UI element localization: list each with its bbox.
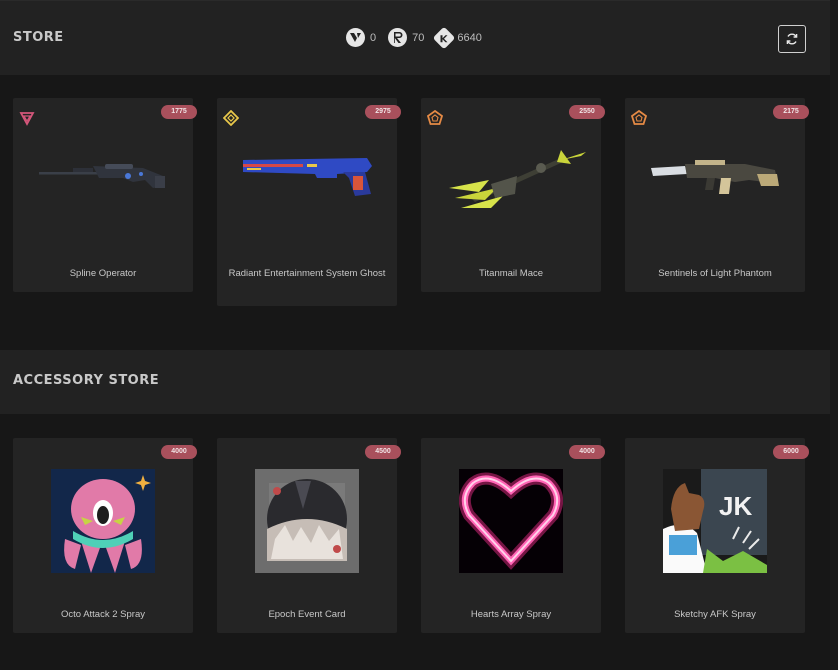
store-item-card[interactable]: 2175 Sentinels of Light Phantom xyxy=(625,98,809,292)
refresh-icon xyxy=(786,33,798,45)
price-badge: 6000 xyxy=(773,445,809,459)
accessory-store-header: ACCESSORY STORE xyxy=(0,350,830,414)
currency-balances: 0 70 6640 xyxy=(346,26,494,49)
store-item-card[interactable]: 2975 Radiant Entertainment System Ghost xyxy=(217,98,401,306)
store-header: STORE 0 70 6640 xyxy=(0,0,830,75)
accessory-item-card[interactable]: 6000 JK Sketchy AFK Spray xyxy=(625,438,809,633)
currency-radianite-points: 70 xyxy=(388,28,424,47)
item-name: Sketchy AFK Spray xyxy=(674,609,756,620)
currency-valorant-points: 0 xyxy=(346,28,376,47)
scrollbar[interactable] xyxy=(830,0,838,670)
spray-image xyxy=(459,469,563,573)
player-card-image xyxy=(255,469,359,573)
valorant-points-icon xyxy=(346,28,365,47)
accessory-store-title: ACCESSORY STORE xyxy=(13,373,160,388)
item-name: Sentinels of Light Phantom xyxy=(658,268,772,279)
accessory-item-card[interactable]: 4500 Epoch Event Card xyxy=(217,438,401,633)
item-name: Spline Operator xyxy=(69,268,137,279)
kingdom-credits-icon xyxy=(433,26,456,49)
weapon-image xyxy=(39,164,165,188)
item-name: Radiant Entertainment System Ghost xyxy=(228,268,386,279)
radianite-points-value: 70 xyxy=(412,31,425,44)
price-badge: 4000 xyxy=(569,445,605,459)
radianite-points-icon xyxy=(388,28,408,47)
store-title: STORE xyxy=(13,30,64,45)
item-name: Titanmail Mace xyxy=(478,268,544,279)
item-name: Epoch Event Card xyxy=(268,609,346,620)
item-name: Octo Attack 2 Spray xyxy=(61,609,145,620)
accessory-item-card[interactable]: 4000 Octo Attack 2 Spray xyxy=(13,438,197,633)
spray-image xyxy=(51,469,155,573)
store-item-card[interactable]: 1775 Spline Operator xyxy=(13,98,197,292)
spray-image: JK xyxy=(663,469,767,573)
currency-kingdom-credits: 6640 xyxy=(433,26,482,49)
kingdom-credits-value: 6640 xyxy=(457,31,482,44)
price-badge: 4000 xyxy=(161,445,197,459)
svg-text:JK: JK xyxy=(719,491,752,521)
weapon-image xyxy=(651,160,779,194)
store-item-card[interactable]: 2550 Titanmail Mace xyxy=(421,98,605,292)
accessory-item-card[interactable]: 4000 Hearts Array Spray xyxy=(421,438,605,633)
refresh-button[interactable] xyxy=(778,25,806,53)
item-name: Hearts Array Spray xyxy=(470,609,552,620)
weapon-image xyxy=(243,158,372,196)
price-badge: 4500 xyxy=(365,445,401,459)
valorant-points-value: 0 xyxy=(370,31,377,44)
weapon-image xyxy=(449,150,586,208)
